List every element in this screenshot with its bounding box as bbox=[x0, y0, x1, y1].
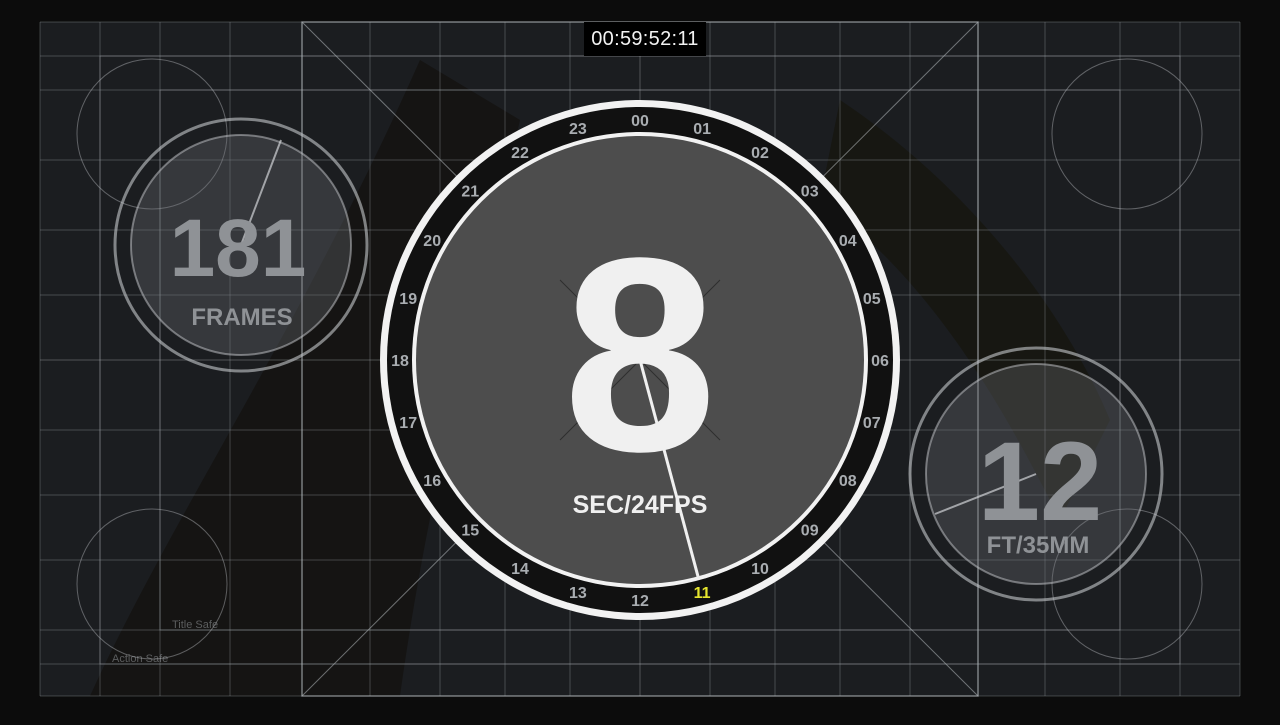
dial-label-15: 15 bbox=[461, 523, 479, 540]
dial-label-04: 04 bbox=[839, 233, 857, 250]
title-safe-label: Title Safe bbox=[172, 619, 218, 631]
dial-label-02: 02 bbox=[751, 145, 769, 162]
dial-label-11: 11 bbox=[694, 585, 711, 602]
timecode-display: 00:59:52:11 bbox=[584, 22, 706, 56]
dial-label-06: 06 bbox=[871, 353, 889, 370]
leader-graphic: Title Safe Action Safe 181 FRAMES 12 FT/… bbox=[39, 21, 1241, 697]
frames-counter-unit: FRAMES bbox=[191, 304, 292, 331]
dial-label-00: 00 bbox=[631, 113, 649, 130]
dial-label-12: 12 bbox=[631, 593, 649, 610]
feet-counter-value: 12 bbox=[978, 419, 1103, 544]
feet-counter-unit: FT/35MM bbox=[987, 532, 1090, 559]
dial-label-23: 23 bbox=[569, 121, 587, 138]
dial-label-08: 08 bbox=[839, 473, 857, 490]
dial-label-05: 05 bbox=[863, 291, 881, 308]
dial-label-14: 14 bbox=[511, 561, 529, 578]
dial-label-16: 16 bbox=[423, 473, 441, 490]
main-counter: 00 01 02 03 04 05 06 07 08 09 10 11 12 13 14 15 16 17 18 19… bbox=[380, 100, 900, 620]
dial-label-19: 19 bbox=[399, 291, 417, 308]
dial-label-13: 13 bbox=[569, 585, 587, 602]
dial-label-18: 18 bbox=[391, 353, 409, 370]
dial-label-22: 22 bbox=[511, 145, 529, 162]
dial-label-21: 21 bbox=[461, 183, 479, 200]
dial-label-09: 09 bbox=[801, 523, 819, 540]
dial-label-01: 01 bbox=[693, 121, 711, 138]
dial-label-03: 03 bbox=[801, 183, 819, 200]
dial-label-07: 07 bbox=[863, 415, 881, 432]
dial-label-10: 10 bbox=[751, 561, 769, 578]
frames-counter: 181 FRAMES bbox=[113, 117, 369, 373]
main-counter-unit: SEC/24FPS bbox=[573, 491, 708, 519]
dial-label-17: 17 bbox=[399, 415, 417, 432]
countdown-leader: Title Safe Action Safe 181 FRAMES 12 FT/… bbox=[0, 0, 1280, 720]
main-counter-value: 8 bbox=[563, 201, 717, 509]
feet-counter: 12 FT/35MM bbox=[908, 346, 1164, 602]
frames-counter-value: 181 bbox=[170, 203, 307, 294]
dial-label-20: 20 bbox=[423, 233, 441, 250]
